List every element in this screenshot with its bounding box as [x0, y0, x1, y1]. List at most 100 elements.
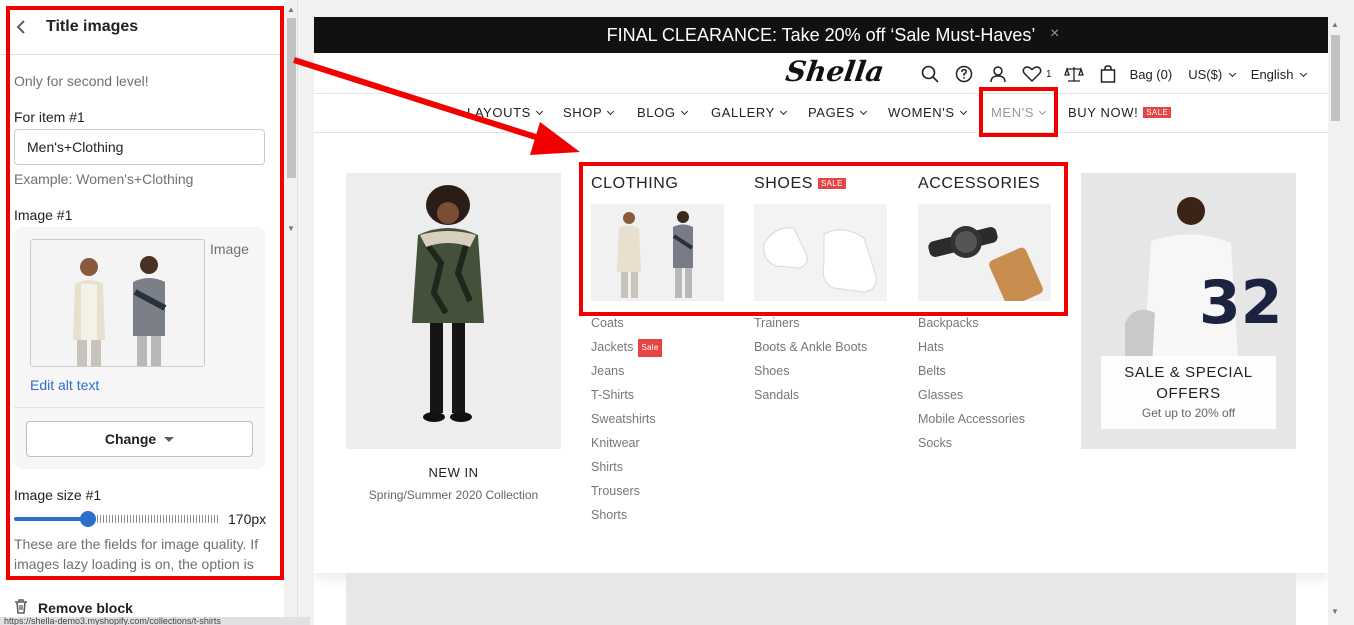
- column-title-clothing[interactable]: CLOTHING: [591, 175, 678, 193]
- nav-label: WOMEN'S: [888, 105, 955, 120]
- nav-label: PAGES: [808, 105, 855, 120]
- promo-sale-title: SALE & SPECIAL OFFERS: [1101, 356, 1276, 404]
- close-icon[interactable]: ×: [1050, 25, 1059, 43]
- promo-sale-box[interactable]: SALE & SPECIAL OFFERS Get up to 20% off: [1101, 356, 1276, 429]
- item-input[interactable]: [14, 129, 265, 165]
- scroll-up-icon[interactable]: ▲: [287, 5, 295, 14]
- chevron-down-icon: [1300, 69, 1308, 77]
- menu-link-shorts[interactable]: Shorts: [591, 507, 662, 531]
- scroll-thumb[interactable]: [287, 18, 296, 178]
- scroll-down-icon[interactable]: ▼: [1331, 607, 1339, 616]
- compare-icon[interactable]: [1062, 63, 1086, 85]
- scroll-thumb[interactable]: [1331, 35, 1340, 121]
- menu-link-knitwear[interactable]: Knitwear: [591, 435, 662, 459]
- help-icon[interactable]: [952, 63, 976, 85]
- wishlist-count: 1: [1046, 68, 1052, 80]
- remove-block-label: Remove block: [38, 600, 133, 616]
- search-icon[interactable]: [918, 63, 942, 85]
- nav-label: GALLERY: [711, 105, 775, 120]
- column-title-accessories[interactable]: ACCESSORIES: [918, 175, 1040, 193]
- menu-link-hats[interactable]: Hats: [918, 339, 1025, 363]
- language-select[interactable]: English: [1250, 66, 1308, 82]
- menu-link-shirts[interactable]: Shirts: [591, 459, 662, 483]
- heart-icon[interactable]: [1020, 63, 1044, 85]
- nav-item-gallery[interactable]: GALLERY: [711, 105, 787, 120]
- slider-handle[interactable]: [80, 511, 96, 527]
- scroll-up-icon[interactable]: ▲: [1331, 20, 1339, 29]
- preview-scrollbar[interactable]: ▲ ▼: [1328, 17, 1342, 625]
- trash-icon: [14, 599, 28, 617]
- nav-item-womens[interactable]: WOMEN'S: [888, 105, 967, 120]
- user-icon[interactable]: [986, 63, 1010, 85]
- menu-link-boots[interactable]: Boots & Ankle Boots: [754, 339, 867, 363]
- nav-item-layouts[interactable]: LAYOUTS: [467, 105, 543, 120]
- chevron-down-icon: [779, 107, 787, 116]
- promo-sale-subtitle: Get up to 20% off: [1141, 406, 1236, 420]
- accessories-title-image[interactable]: [918, 204, 1051, 301]
- menu-link-belts[interactable]: Belts: [918, 363, 1025, 387]
- store-logo[interactable]: Shella: [784, 55, 886, 88]
- promo-new-in-title[interactable]: NEW IN: [346, 465, 561, 480]
- menu-link-shoes[interactable]: Shoes: [754, 363, 867, 387]
- column-title-shoes[interactable]: SHOES SALE: [754, 175, 846, 193]
- slider-fill: [14, 517, 88, 521]
- menu-link-mobile-accessories[interactable]: Mobile Accessories: [918, 411, 1025, 435]
- shoes-links: Trainers Boots & Ankle Boots Shoes Sanda…: [754, 315, 867, 411]
- menu-link-trainers[interactable]: Trainers: [754, 315, 867, 339]
- size-value: 170px: [228, 511, 267, 527]
- item-help: Example: Women's+Clothing: [14, 171, 194, 187]
- language-value: English: [1250, 66, 1294, 82]
- sale-badge: SALE: [818, 178, 846, 189]
- nav-item-buy-now[interactable]: BUY NOW! SALE: [1068, 105, 1171, 120]
- remove-block-button[interactable]: Remove block: [14, 597, 284, 619]
- chevron-down-icon: [859, 107, 867, 116]
- editor-scrollbar[interactable]: ▲ ▼: [284, 0, 297, 625]
- menu-link-glasses[interactable]: Glasses: [918, 387, 1025, 411]
- chevron-down-icon: [959, 107, 967, 116]
- menu-link-trousers[interactable]: Trousers: [591, 483, 662, 507]
- bag-icon[interactable]: [1096, 63, 1120, 85]
- image-word: Image: [210, 241, 249, 257]
- chevron-left-icon[interactable]: [16, 20, 30, 34]
- menu-link-coats[interactable]: Coats: [591, 315, 662, 339]
- svg-text:32: 32: [1199, 268, 1283, 338]
- menu-link-jeans[interactable]: Jeans: [591, 363, 662, 387]
- nav-label: SHOP: [563, 105, 603, 120]
- currency-select[interactable]: US($): [1188, 66, 1236, 82]
- nav-item-mens[interactable]: MEN'S: [991, 105, 1047, 120]
- promo-new-in-image[interactable]: [346, 173, 561, 449]
- slider-track: [88, 515, 220, 523]
- menu-link-t-shirts[interactable]: T-Shirts: [591, 387, 662, 411]
- bag-label[interactable]: Bag (0): [1130, 67, 1173, 82]
- image-size-slider[interactable]: [14, 511, 220, 527]
- change-image-button[interactable]: Change: [26, 421, 253, 457]
- change-button-label: Change: [104, 431, 157, 447]
- promo-new-in-subtitle: Spring/Summer 2020 Collection: [368, 488, 539, 502]
- main-nav: LAYOUTS SHOP BLOG GALLERY PAGES WOMEN'S …: [314, 93, 1328, 133]
- level-note: Only for second level!: [14, 73, 149, 89]
- shoes-title-image[interactable]: [754, 204, 887, 301]
- image-thumbnail[interactable]: [30, 239, 205, 367]
- currency-value: US($): [1188, 66, 1223, 82]
- edit-alt-text-link[interactable]: Edit alt text: [30, 377, 99, 393]
- menu-link-socks[interactable]: Socks: [918, 435, 1025, 459]
- caret-down-icon: [164, 436, 175, 442]
- card-divider: [14, 407, 265, 408]
- nav-label: BUY NOW!: [1068, 105, 1139, 120]
- menu-link-sandals[interactable]: Sandals: [754, 387, 867, 411]
- chevron-down-icon: [1228, 69, 1236, 77]
- promo-banner: FINAL CLEARANCE: Take 20% off ‘Sale Must…: [314, 17, 1328, 53]
- nav-item-shop[interactable]: SHOP: [563, 105, 615, 120]
- editor-panel: Title images Only for second level! For …: [0, 0, 298, 625]
- column-title-label: SHOES: [754, 175, 814, 192]
- status-url: https://shella-demo3.myshopify.com/colle…: [0, 617, 310, 625]
- menu-link-sweatshirts[interactable]: Sweatshirts: [591, 411, 662, 435]
- image-card: Image Edit alt text Change: [14, 227, 265, 469]
- menu-link-jackets[interactable]: Jackets Sale: [591, 339, 662, 363]
- nav-item-pages[interactable]: PAGES: [808, 105, 867, 120]
- scroll-down-icon[interactable]: ▼: [287, 224, 295, 233]
- clothing-title-image[interactable]: [591, 204, 724, 301]
- editor-header: Title images: [0, 0, 284, 55]
- menu-link-backpacks[interactable]: Backpacks: [918, 315, 1025, 339]
- nav-item-blog[interactable]: BLOG: [637, 105, 688, 120]
